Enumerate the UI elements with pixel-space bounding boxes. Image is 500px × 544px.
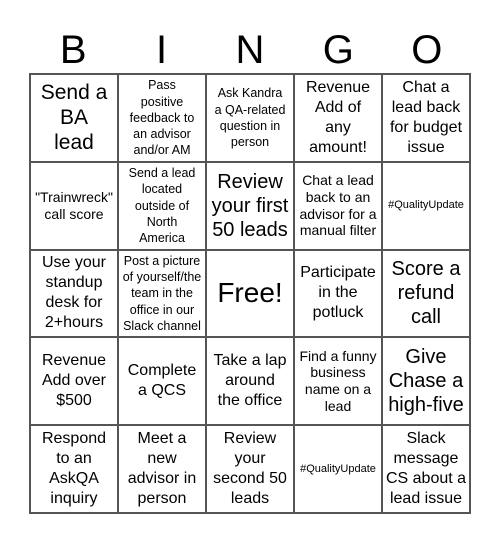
bingo-cell[interactable]: Post a picture of yourself/the team in t…	[118, 249, 206, 338]
bingo-cell[interactable]: Review your first 50 leads	[206, 161, 294, 250]
bingo-grid: Send a BA lead Pass positive feedback to…	[29, 73, 471, 514]
bingo-cell[interactable]: Revenue Add of any amount!	[294, 74, 382, 162]
bingo-cell[interactable]: Meet a new advisor in person	[118, 425, 206, 513]
bingo-cell[interactable]: #QualityUpdate	[382, 161, 470, 250]
bingo-cell[interactable]: Take a lap around the office	[206, 337, 294, 426]
bingo-cell[interactable]: Review your second 50 leads	[206, 425, 294, 513]
bingo-cell[interactable]: Pass positive feedback to an advisor and…	[118, 74, 206, 162]
bingo-cell[interactable]: Respond to an AskQA inquiry	[30, 425, 118, 513]
header-letter-b: B	[59, 28, 87, 72]
bingo-cell[interactable]: Send a lead located outside of North Ame…	[118, 161, 206, 250]
bingo-cell[interactable]: Complete a QCS	[118, 337, 206, 426]
bingo-cell[interactable]: Ask Kandra a QA-related question in pers…	[206, 74, 294, 162]
bingo-header: B I N G O	[29, 28, 471, 73]
bingo-cell[interactable]: Find a funny business name on a lead	[294, 337, 382, 426]
free-space-cell[interactable]: Free!	[206, 249, 294, 338]
bingo-cell[interactable]: #QualityUpdate	[294, 425, 382, 513]
header-letter-o: O	[411, 28, 443, 72]
bingo-cell[interactable]: Score a refund call	[382, 249, 470, 338]
header-letter-n: N	[235, 28, 265, 72]
bingo-cell[interactable]: Give Chase a high-five	[382, 337, 470, 426]
bingo-cell[interactable]: "Trainwreck" call score	[30, 161, 118, 250]
bingo-cell[interactable]: Chat a lead back to an advisor for a man…	[294, 161, 382, 250]
bingo-cell[interactable]: Revenue Add over $500	[30, 337, 118, 426]
bingo-cell[interactable]: Chat a lead back for budget issue	[382, 74, 470, 162]
bingo-cell[interactable]: Slack message CS about a lead issue	[382, 425, 470, 513]
bingo-cell[interactable]: Send a BA lead	[30, 74, 118, 162]
header-letter-g: G	[322, 28, 354, 72]
bingo-cell[interactable]: Use your standup desk for 2+hours	[30, 249, 118, 338]
bingo-cell[interactable]: Participate in the potluck	[294, 249, 382, 338]
header-letter-i: I	[156, 28, 168, 72]
